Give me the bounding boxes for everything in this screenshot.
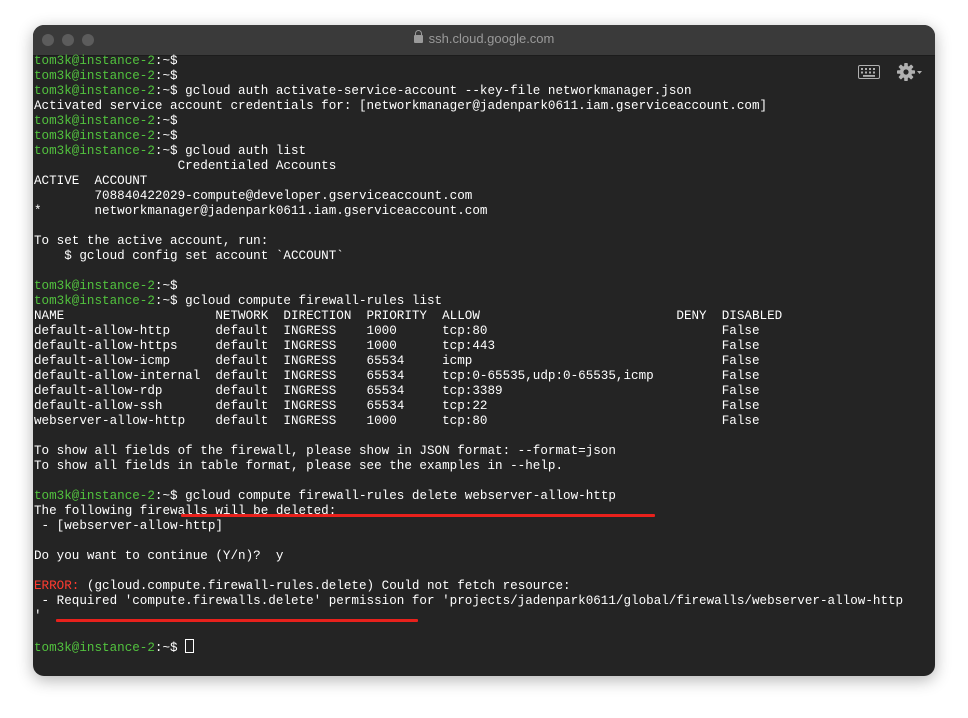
output-line: 708840422029-compute@developer.gservicea… [34,189,472,204]
prompt-line: tom3k@instance-2:~$ [34,69,185,84]
prompt-suffix: :~$ [154,69,186,83]
prompt-user-host: tom3k@instance-2 [34,114,155,128]
command-text: gcloud compute firewall-rules list [185,294,443,308]
text-cursor [185,639,195,653]
output-text: NAME NETWORK DIRECTION PRIORITY ALLOW DE… [34,309,783,323]
output-line: ACTIVE ACCOUNT [34,174,147,189]
output-text: - [webserver-allow-http] [34,519,223,533]
command-text: gcloud auth list [185,144,307,158]
prompt-user-host: tom3k@instance-2 [34,489,155,503]
output-line: webserver-allow-http default INGRESS 100… [34,414,760,429]
output-text: Activated service account credentials fo… [34,99,768,113]
output-text: default-allow-rdp default INGRESS 65534 … [34,384,760,398]
output-text: Credentialed Accounts [34,159,337,173]
prompt-line: tom3k@instance-2:~$ [34,54,185,69]
prompt-user-host: tom3k@instance-2 [34,69,155,83]
output-text: default-allow-http default INGRESS 1000 … [34,324,760,338]
prompt-line: tom3k@instance-2:~$ [34,129,185,144]
prompt-line: tom3k@instance-2:~$ [34,114,185,129]
output-line: default-allow-http default INGRESS 1000 … [34,324,760,339]
output-text: ACTIVE ACCOUNT [34,174,148,188]
title-bar: ssh.cloud.google.com [33,25,935,56]
command-text: gcloud compute firewall-rules delete web… [185,489,616,503]
output-line: To set the active account, run: [34,234,268,249]
output-line: To show all fields of the firewall, plea… [34,444,616,459]
output-line: - [webserver-allow-http] [34,519,223,534]
error-label: ERROR: [34,579,80,593]
prompt-line: tom3k@instance-2:~$ [34,279,185,294]
output-text: webserver-allow-http default INGRESS 100… [34,414,760,428]
output-line: ' [34,609,42,624]
output-text: default-allow-icmp default INGRESS 65534… [34,354,760,368]
output-line: default-allow-rdp default INGRESS 65534 … [34,384,760,399]
output-line: Do you want to continue (Y/n)? y [34,549,283,564]
prompt-line: tom3k@instance-2:~$ [34,639,195,655]
lock-icon [413,30,423,43]
prompt-suffix: :~$ [154,129,186,143]
output-text: default-allow-internal default INGRESS 6… [34,369,760,383]
output-line: default-allow-https default INGRESS 1000… [34,339,760,354]
output-text: default-allow-https default INGRESS 1000… [34,339,760,353]
output-line: Activated service account credentials fo… [34,99,767,114]
output-text: To show all fields in table format, plea… [34,459,564,473]
prompt-suffix: :~$ [154,84,186,98]
output-text: Do you want to continue (Y/n)? y [34,549,284,563]
prompt-suffix: :~$ [154,114,186,128]
output-line: default-allow-ssh default INGRESS 65534 … [34,399,760,414]
prompt-line: tom3k@instance-2:~$ gcloud auth list [34,144,306,159]
prompt-user-host: tom3k@instance-2 [34,129,155,143]
output-text: * networkmanager@jadenpark0611.iam.gserv… [34,204,488,218]
prompt-suffix: :~$ [154,279,186,293]
prompt-user-host: tom3k@instance-2 [34,84,155,98]
output-text: 708840422029-compute@developer.gservicea… [34,189,473,203]
output-text: (gcloud.compute.firewall-rules.delete) C… [79,579,571,593]
command-text: gcloud auth activate-service-account --k… [185,84,692,98]
output-line: default-allow-internal default INGRESS 6… [34,369,760,384]
prompt-line: tom3k@instance-2:~$ gcloud auth activate… [34,84,692,99]
prompt-user-host: tom3k@instance-2 [34,54,155,68]
output-line: default-allow-icmp default INGRESS 65534… [34,354,760,369]
output-text: To show all fields of the firewall, plea… [34,444,616,458]
output-line: * networkmanager@jadenpark0611.iam.gserv… [34,204,487,219]
window-title-text: ssh.cloud.google.com [428,31,555,46]
prompt-line: tom3k@instance-2:~$ gcloud compute firew… [34,294,442,309]
prompt-user-host: tom3k@instance-2 [34,641,155,655]
prompt-user-host: tom3k@instance-2 [34,279,155,293]
permission-underline [56,619,418,622]
output-text: default-allow-ssh default INGRESS 65534 … [34,399,760,413]
output-text: $ gcloud config set account `ACCOUNT` [34,249,344,263]
terminal-window: ssh.cloud.google.com tom3k@instance-2:~$… [33,25,935,676]
prompt-suffix: :~$ [154,294,186,308]
prompt-suffix: :~$ [154,54,186,68]
output-line: To show all fields in table format, plea… [34,459,563,474]
window-title: ssh.cloud.google.com [33,30,935,46]
output-text: To set the active account, run: [34,234,269,248]
delete-command-underline [181,514,655,517]
prompt-line: tom3k@instance-2:~$ gcloud compute firew… [34,489,616,504]
prompt-user-host: tom3k@instance-2 [34,144,155,158]
output-line: $ gcloud config set account `ACCOUNT` [34,249,344,264]
output-line: Credentialed Accounts [34,159,337,174]
output-line: - Required 'compute.firewalls.delete' pe… [34,594,904,609]
prompt-suffix: :~$ [154,641,186,655]
output-text: ' [34,609,42,623]
output-text: - Required 'compute.firewalls.delete' pe… [34,594,904,608]
prompt-suffix: :~$ [154,144,186,158]
terminal-output[interactable]: tom3k@instance-2:~$ tom3k@instance-2:~$ … [34,54,935,676]
output-line: NAME NETWORK DIRECTION PRIORITY ALLOW DE… [34,309,782,324]
error-line: ERROR: (gcloud.compute.firewall-rules.de… [34,579,571,594]
prompt-suffix: :~$ [154,489,186,503]
prompt-user-host: tom3k@instance-2 [34,294,155,308]
